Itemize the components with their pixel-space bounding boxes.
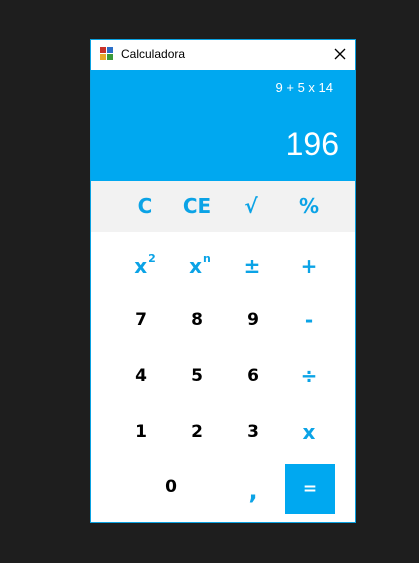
minus-button[interactable]: - bbox=[284, 295, 334, 345]
function-row: C CE √ % bbox=[91, 181, 355, 232]
power-button[interactable]: xn bbox=[175, 241, 225, 291]
square-button-exponent: 2 bbox=[148, 251, 156, 265]
digit-6-button[interactable]: 6 bbox=[228, 351, 278, 401]
power-button-base: x bbox=[189, 254, 203, 278]
expression-display: 9 + 5 x 14 bbox=[275, 80, 333, 95]
digit-4-button[interactable]: 4 bbox=[116, 351, 166, 401]
window-title: Calculadora bbox=[121, 47, 186, 61]
calculator-app-icon bbox=[100, 47, 114, 61]
square-button-base: x bbox=[134, 254, 148, 278]
square-button[interactable]: x2 bbox=[120, 241, 170, 291]
divide-button[interactable]: ÷ bbox=[284, 351, 334, 401]
decimal-button[interactable]: , bbox=[228, 466, 278, 516]
digit-8-button[interactable]: 8 bbox=[172, 295, 222, 345]
close-button[interactable] bbox=[325, 40, 355, 70]
digit-1-button[interactable]: 1 bbox=[116, 407, 166, 457]
negate-button[interactable]: ± bbox=[227, 241, 277, 291]
display-panel: 9 + 5 x 14 196 bbox=[91, 70, 355, 181]
digit-7-button[interactable]: 7 bbox=[116, 295, 166, 345]
percent-button[interactable]: % bbox=[284, 181, 334, 231]
square-root-button[interactable]: √ bbox=[226, 181, 276, 231]
digit-2-button[interactable]: 2 bbox=[172, 407, 222, 457]
equals-button[interactable]: = bbox=[285, 464, 335, 514]
multiply-button[interactable]: x bbox=[284, 407, 334, 457]
title-bar: Calculadora bbox=[91, 40, 355, 70]
close-icon bbox=[334, 48, 346, 60]
power-button-exponent: n bbox=[203, 251, 211, 265]
digit-9-button[interactable]: 9 bbox=[228, 295, 278, 345]
clear-entry-button[interactable]: CE bbox=[172, 181, 222, 231]
calculator-window: Calculadora 9 + 5 x 14 196 C CE √ % x2 x… bbox=[90, 39, 356, 523]
plus-button[interactable]: + bbox=[284, 241, 334, 291]
clear-button[interactable]: C bbox=[120, 181, 170, 231]
digit-0-button[interactable]: 0 bbox=[146, 462, 196, 512]
digit-3-button[interactable]: 3 bbox=[228, 407, 278, 457]
digit-5-button[interactable]: 5 bbox=[172, 351, 222, 401]
result-display: 196 bbox=[285, 126, 339, 162]
